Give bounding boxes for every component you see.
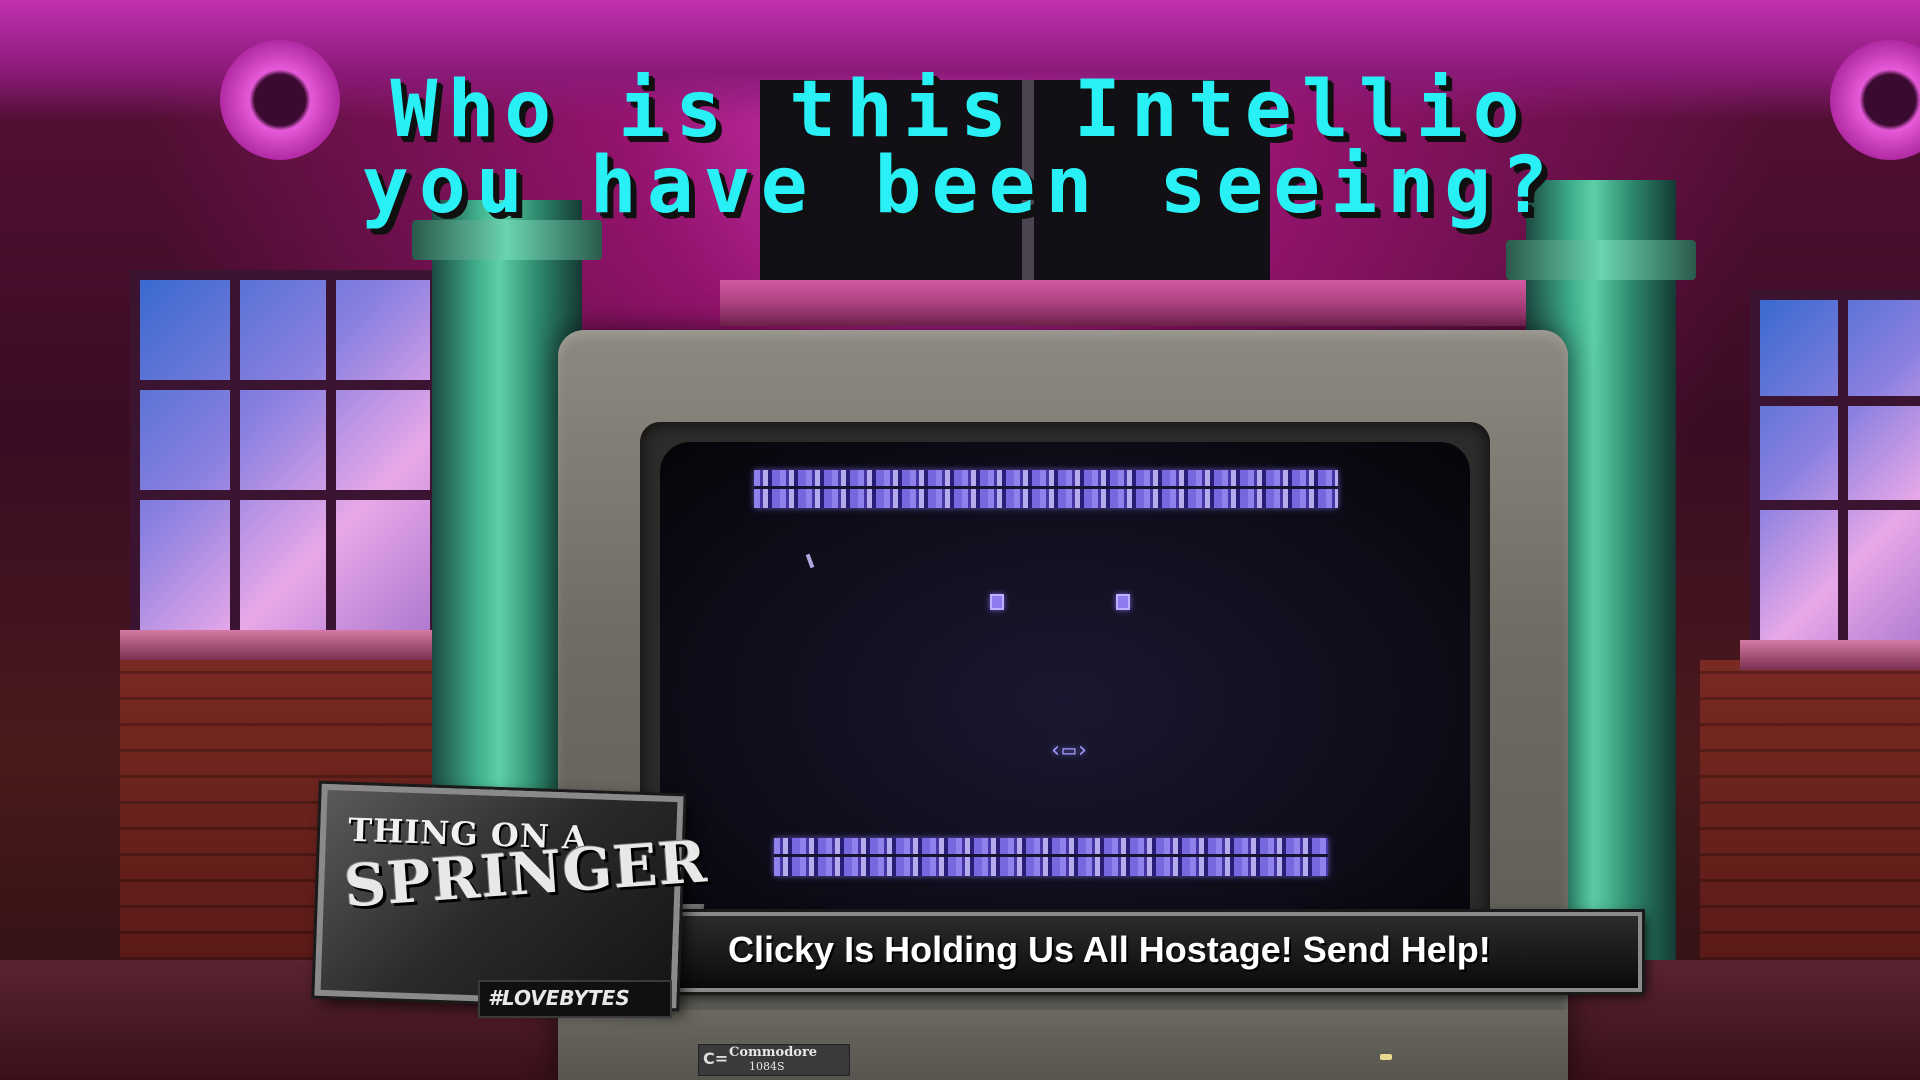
face-eye-right — [1116, 594, 1130, 610]
monitor-bezel: ‹▭› — [640, 422, 1490, 982]
stage-ledge — [720, 280, 1540, 326]
commodore-logo-icon: C= — [703, 1049, 729, 1068]
crt-screen: ‹▭› — [660, 442, 1470, 962]
brick-wall-right — [1700, 660, 1920, 960]
caption-line-2: you have been seeing? — [361, 141, 1559, 231]
screen-speck — [805, 553, 815, 569]
column-cap-right — [1506, 240, 1696, 280]
window-left — [130, 270, 440, 640]
face-mouth: ‹▭› — [1049, 738, 1089, 763]
monitor-model: 1084S — [749, 1060, 785, 1073]
caption-text: Who is this Intellio you have been seein… — [0, 71, 1920, 225]
talk-show-scene: Who is this Intellio you have been seein… — [0, 0, 1920, 1080]
show-hashtag: #LOVEBYTES — [488, 986, 630, 1010]
glitch-bar-bottom — [774, 838, 1328, 876]
monitor-brand: Commodore — [729, 1045, 818, 1060]
ticker-text: Clicky Is Holding Us All Hostage! Send H… — [728, 929, 1491, 970]
hashtag-plate: #LOVEBYTES — [478, 980, 672, 1018]
show-logo: THING ON A SPRINGER — [314, 783, 710, 1009]
window-sill-left — [120, 630, 440, 660]
glitch-bar-top — [754, 470, 1338, 508]
window-right — [1750, 290, 1920, 650]
power-led — [1380, 1054, 1392, 1060]
news-ticker: Clicky Is Holding Us All Hostage! Send H… — [676, 912, 1642, 992]
window-sill-right — [1740, 640, 1920, 670]
monitor-brand-badge: C= Commodore 1084S — [698, 1044, 850, 1076]
face-eye-left — [990, 594, 1004, 610]
